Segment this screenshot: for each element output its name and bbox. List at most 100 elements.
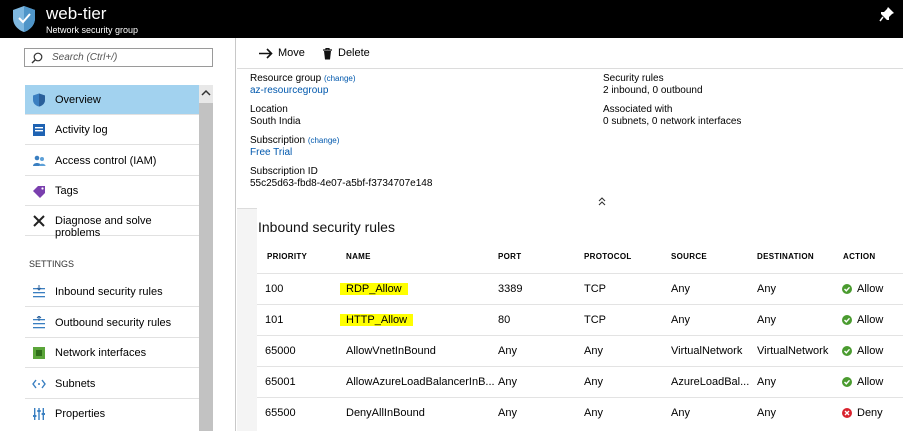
cell-protocol: Any [584, 407, 603, 419]
outbound-icon [33, 316, 45, 329]
subscription-link[interactable]: Free Trial [250, 147, 292, 158]
activity-log-icon [33, 124, 45, 136]
table-row[interactable]: 65001 AllowAzureLoadBalancerInB... Any Any A… [257, 366, 903, 397]
essentials-panel: Resource group (change) az-resourcegroup… [237, 69, 903, 208]
scrollbar-thumb[interactable] [199, 103, 213, 431]
resource-group-label: Resource group [250, 73, 322, 84]
column-header-source[interactable]: SOURCE [671, 252, 707, 261]
security-rules-label: Security rules [603, 73, 664, 84]
move-button[interactable]: Move [259, 47, 319, 61]
resource-group-link[interactable]: az-resourcegroup [250, 85, 328, 96]
subscription-label: Subscription [250, 135, 306, 146]
table-row[interactable]: 65000 AllowVnetInBound Any Any VirtualNetwor… [257, 335, 903, 366]
subscription-change-link[interactable]: (change) [308, 136, 340, 145]
sidebar-scrollbar[interactable] [199, 85, 213, 431]
column-header-port[interactable]: PORT [498, 252, 521, 261]
cell-port: Any [498, 376, 517, 388]
delete-label: Delete [338, 47, 370, 59]
tag-icon [33, 186, 45, 198]
cell-priority: 65001 [265, 376, 296, 388]
sidebar-item-tags[interactable]: Tags [25, 176, 199, 206]
subscription-id-value: 55c25d63-fbd8-4e07-a5bf-f3734707e148 [250, 178, 433, 189]
action-label: Allow [857, 283, 884, 295]
chevron-up-icon[interactable] [200, 87, 212, 99]
shield-icon [13, 6, 35, 32]
allow-check-icon [842, 315, 852, 325]
inbound-icon [33, 285, 45, 298]
delete-button[interactable]: Delete [322, 47, 382, 61]
cell-port: 80 [498, 314, 511, 326]
resource-group-change-link[interactable]: (change) [324, 74, 356, 83]
search-placeholder: Search (Ctrl+/) [52, 52, 118, 63]
settings-section-header: SETTINGS [29, 259, 75, 269]
column-header-protocol[interactable]: PROTOCOL [584, 252, 632, 261]
cell-destination: Any [757, 314, 776, 326]
cell-name: HTTP_Allow [340, 314, 414, 326]
sidebar-item-overview[interactable]: Overview [25, 85, 199, 115]
sidebar-item-diagnose[interactable]: Diagnose and solve problems [25, 206, 199, 239]
column-header-destination[interactable]: DESTINATION [757, 252, 814, 261]
search-input[interactable]: Search (Ctrl+/) [24, 48, 213, 67]
cell-port: 3389 [498, 283, 523, 295]
cell-source: VirtualNetwork [671, 345, 743, 357]
column-header-priority[interactable]: PRIORITY [267, 252, 307, 261]
cell-protocol: TCP [584, 314, 606, 326]
allow-check-icon [842, 346, 852, 356]
sidebar-item-subnets[interactable]: Subnets [25, 369, 199, 399]
action-label: Allow [857, 314, 884, 326]
search-icon [31, 52, 43, 64]
cell-protocol: Any [584, 376, 603, 388]
cell-destination: Any [757, 283, 776, 295]
sidebar-item-access-control[interactable]: Access control (IAM) [25, 146, 199, 176]
associated-value: 0 subnets, 0 network interfaces [603, 116, 742, 127]
cell-port: Any [498, 345, 517, 357]
cell-protocol: TCP [584, 283, 606, 295]
subscription-id-field: Subscription ID 55c25d63-fbd8-4e07-a5bf-… [250, 166, 432, 190]
location-field: Location South India [250, 104, 301, 128]
sidebar-item-properties[interactable]: Properties [25, 399, 199, 429]
sidebar-item-label: Properties [55, 408, 106, 420]
cell-source: Any [671, 314, 690, 326]
sidebar-item-label: Activity log [55, 124, 108, 136]
cell-destination: Any [757, 376, 776, 388]
properties-icon [33, 408, 45, 420]
table-row[interactable]: 101 HTTP_Allow 80 TCP Any Any Allow [257, 304, 903, 335]
move-label: Move [278, 47, 305, 59]
allow-check-icon [842, 284, 852, 294]
pin-icon[interactable] [879, 6, 895, 22]
sidebar-item-inbound-rules[interactable]: Inbound security rules [25, 277, 199, 307]
cell-port: Any [498, 407, 517, 419]
sidebar-item-network-interfaces[interactable]: Network interfaces [25, 338, 199, 368]
page-subtitle: Network security group [46, 25, 139, 35]
sidebar-item-activity-log[interactable]: Activity log [25, 115, 199, 145]
cell-name: AllowAzureLoadBalancerInB... [346, 376, 495, 388]
security-rules-value: 2 inbound, 0 outbound [603, 85, 703, 96]
collapse-essentials-icon[interactable] [597, 196, 607, 206]
security-rules-field: Security rules 2 inbound, 0 outbound [603, 73, 703, 97]
cell-protocol: Any [584, 345, 603, 357]
column-header-action[interactable]: ACTION [843, 252, 875, 261]
sidebar-item-outbound-rules[interactable]: Outbound security rules [25, 308, 199, 338]
blade-header: web-tier Network security group [0, 0, 903, 38]
sidebar-item-label: Overview [55, 94, 101, 106]
table-row[interactable]: 65500 DenyAllInBound Any Any Any Any Deny [257, 397, 903, 428]
wrench-icon [33, 215, 45, 227]
trash-icon [323, 48, 332, 60]
cell-source: Any [671, 407, 690, 419]
sidebar-item-label: Subnets [55, 378, 96, 390]
sidebar-item-label: Network interfaces [55, 347, 147, 359]
cell-name: DenyAllInBound [346, 407, 425, 419]
users-icon [33, 155, 46, 166]
cell-priority: 65000 [265, 345, 296, 357]
associated-with-field: Associated with 0 subnets, 0 network int… [603, 104, 741, 128]
associated-label: Associated with [603, 104, 673, 115]
cell-destination: VirtualNetwork [757, 345, 829, 357]
table-row[interactable]: 100 RDP_Allow 3389 TCP Any Any Allow [257, 273, 903, 304]
shield-icon [33, 93, 45, 107]
column-header-name[interactable]: NAME [346, 252, 371, 261]
allow-check-icon [842, 377, 852, 387]
inbound-rules-part: Inbound security rules PRIORITY NAME POR… [257, 208, 903, 431]
sidebar-item-label: Tags [55, 185, 79, 197]
action-label: Deny [857, 407, 883, 419]
network-interface-icon [33, 347, 45, 359]
